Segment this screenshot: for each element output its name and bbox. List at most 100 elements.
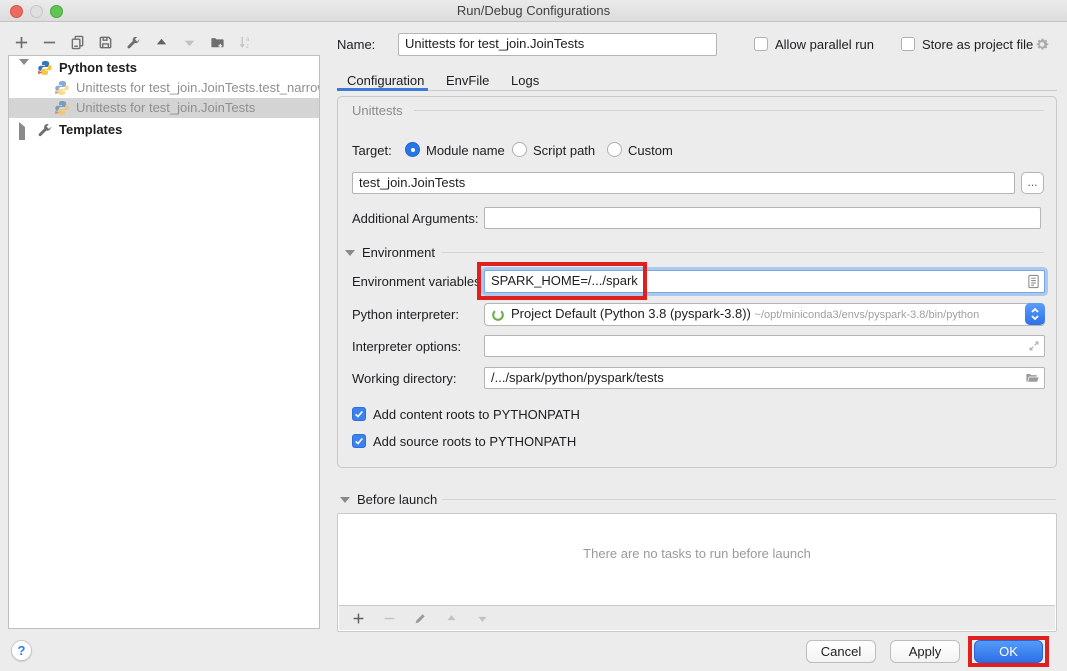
radio-script-path-label: Script path xyxy=(533,143,595,158)
python-tests-icon xyxy=(37,60,53,76)
sort-alphabetically-icon[interactable]: az xyxy=(236,33,255,52)
python-test-icon xyxy=(54,100,70,116)
add-source-roots-label: Add source roots to PYTHONPATH xyxy=(373,434,576,449)
name-input[interactable]: Unittests for test_join.JoinTests xyxy=(398,33,717,56)
tree-item-templates[interactable]: Templates xyxy=(9,120,319,140)
move-task-down-icon[interactable] xyxy=(473,609,492,628)
tab-configuration[interactable]: Configuration xyxy=(347,73,424,88)
additional-arguments-label: Additional Arguments: xyxy=(352,211,478,226)
tree-item-python-tests[interactable]: Python tests xyxy=(9,58,319,78)
tree-item-label: Python tests xyxy=(59,58,137,78)
edit-environment-variables-icon[interactable] xyxy=(1027,274,1040,289)
unittests-section-label: Unittests xyxy=(352,103,403,118)
working-directory-input[interactable]: /.../spark/python/pyspark/tests xyxy=(484,367,1045,389)
chevron-right-icon[interactable] xyxy=(19,125,29,135)
python-interpreter-select[interactable]: Project Default (Python 3.8 (pyspark-3.8… xyxy=(484,303,1045,326)
target-label: Target: xyxy=(352,143,392,158)
interpreter-options-input[interactable] xyxy=(484,335,1045,357)
copy-icon[interactable] xyxy=(68,33,87,52)
environment-section-label: Environment xyxy=(362,245,435,260)
help-label: ? xyxy=(18,643,26,658)
templates-wrench-icon xyxy=(37,122,53,138)
tree-item-label: Templates xyxy=(59,120,122,140)
before-launch-panel: There are no tasks to run before launch xyxy=(337,513,1057,632)
add-content-roots-checkbox[interactable] xyxy=(352,407,366,421)
tab-baseline xyxy=(337,90,1057,91)
expand-field-icon[interactable] xyxy=(1027,339,1041,353)
tab-envfile[interactable]: EnvFile xyxy=(446,73,489,88)
browse-target-label: ... xyxy=(1027,175,1037,189)
conda-environment-icon xyxy=(491,308,505,322)
radio-script-path[interactable] xyxy=(512,142,527,157)
new-folder-icon[interactable] xyxy=(208,33,227,52)
svg-text:z: z xyxy=(246,43,249,50)
python-interpreter-path: ~/opt/miniconda3/envs/pyspark-3.8/bin/py… xyxy=(755,309,980,321)
radio-module-name-label: Module name xyxy=(426,143,505,158)
target-module-input[interactable]: test_join.JoinTests xyxy=(352,172,1015,194)
allow-parallel-run-label: Allow parallel run xyxy=(775,37,874,52)
title-bar: Run/Debug Configurations xyxy=(0,0,1067,22)
interpreter-options-label: Interpreter options: xyxy=(352,339,461,354)
svg-text:a: a xyxy=(246,36,250,43)
add-source-roots-checkbox[interactable] xyxy=(352,434,366,448)
working-directory-label: Working directory: xyxy=(352,371,457,386)
name-value: Unittests for test_join.JoinTests xyxy=(405,36,584,51)
before-launch-section-rule xyxy=(442,499,1056,500)
radio-custom-label: Custom xyxy=(628,143,673,158)
environment-variables-value: SPARK_HOME=/.../spark xyxy=(491,273,638,288)
cancel-label: Cancel xyxy=(821,644,861,659)
ok-label: OK xyxy=(999,644,1018,659)
additional-arguments-input[interactable] xyxy=(484,207,1041,229)
allow-parallel-run-checkbox[interactable] xyxy=(754,37,768,51)
apply-label: Apply xyxy=(909,644,942,659)
move-up-icon[interactable] xyxy=(152,33,171,52)
python-test-icon xyxy=(54,80,70,96)
add-task-icon[interactable] xyxy=(349,609,368,628)
edit-task-icon[interactable] xyxy=(411,609,430,628)
before-launch-empty-text: There are no tasks to run before launch xyxy=(338,546,1056,561)
tab-logs[interactable]: Logs xyxy=(511,73,539,88)
environment-section-rule xyxy=(441,252,1044,253)
python-interpreter-label: Python interpreter: xyxy=(352,307,459,322)
move-task-up-icon[interactable] xyxy=(442,609,461,628)
before-launch-section-label: Before launch xyxy=(357,492,437,507)
interpreter-dropdown-stepper-icon[interactable] xyxy=(1025,303,1045,325)
before-launch-collapse-icon[interactable] xyxy=(340,497,350,503)
apply-button[interactable]: Apply xyxy=(890,640,960,663)
edit-templates-icon[interactable] xyxy=(124,33,143,52)
configurations-toolbar: az xyxy=(12,31,255,53)
before-launch-toolbar xyxy=(339,605,1055,630)
working-directory-value: /.../spark/python/pyspark/tests xyxy=(491,370,664,385)
python-interpreter-value: Project Default (Python 3.8 (pyspark-3.8… xyxy=(511,306,751,321)
browse-target-button[interactable]: ... xyxy=(1021,172,1044,194)
move-down-icon[interactable] xyxy=(180,33,199,52)
store-as-project-file-checkbox[interactable] xyxy=(901,37,915,51)
tab-active-underline xyxy=(337,88,428,91)
help-button[interactable]: ? xyxy=(11,640,32,661)
environment-variables-input[interactable]: SPARK_HOME=/.../spark xyxy=(484,270,1045,293)
environment-collapse-icon[interactable] xyxy=(345,250,355,256)
window-title: Run/Debug Configurations xyxy=(0,3,1067,18)
unittests-section-rule xyxy=(414,110,1044,111)
run-configurations-tree: Python tests Unittests for test_join.Joi… xyxy=(8,55,320,629)
tree-item-test-narrow[interactable]: Unittests for test_join.JoinTests.test_n… xyxy=(9,78,319,98)
add-content-roots-label: Add content roots to PYTHONPATH xyxy=(373,407,580,422)
ok-button[interactable]: OK xyxy=(974,640,1043,663)
target-module-value: test_join.JoinTests xyxy=(359,175,465,190)
environment-variables-label: Environment variables: xyxy=(352,274,484,289)
add-icon[interactable] xyxy=(12,33,31,52)
save-icon[interactable] xyxy=(96,33,115,52)
tree-item-label: Unittests for test_join.JoinTests xyxy=(76,98,255,118)
tree-item-label: Unittests for test_join.JoinTests.test_n… xyxy=(76,78,319,98)
tree-item-jointests-selected[interactable]: Unittests for test_join.JoinTests xyxy=(9,98,319,118)
name-label: Name: xyxy=(337,37,375,52)
radio-custom[interactable] xyxy=(607,142,622,157)
remove-icon[interactable] xyxy=(40,33,59,52)
gear-icon[interactable] xyxy=(1034,36,1050,52)
remove-task-icon[interactable] xyxy=(380,609,399,628)
radio-module-name[interactable] xyxy=(405,142,420,157)
cancel-button[interactable]: Cancel xyxy=(806,640,876,663)
browse-folder-icon[interactable] xyxy=(1025,370,1040,385)
chevron-down-icon[interactable] xyxy=(19,63,29,73)
store-as-project-file-label: Store as project file xyxy=(922,37,1033,52)
